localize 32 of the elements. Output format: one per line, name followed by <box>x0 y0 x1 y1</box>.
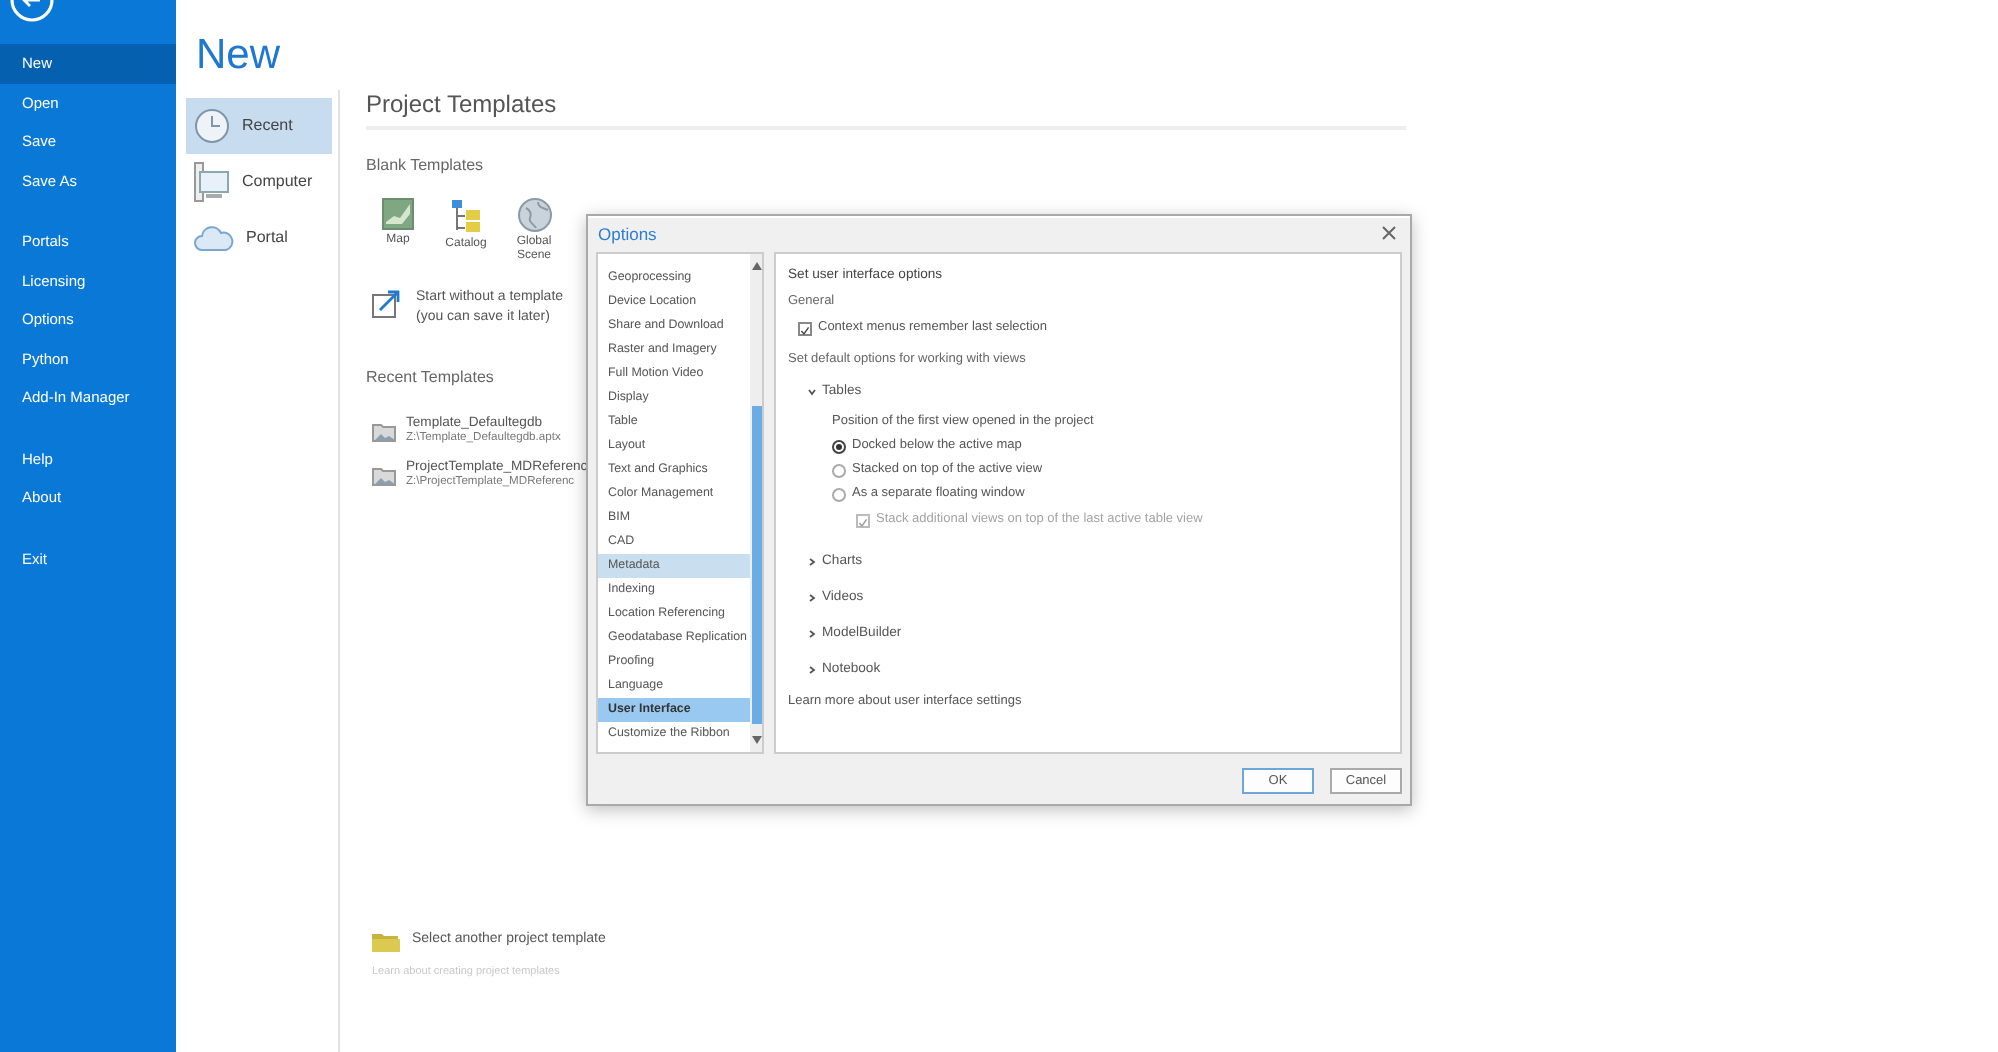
chevron-icon <box>808 630 816 638</box>
section-heading: Blank Templates <box>366 154 484 178</box>
clock-icon <box>194 108 230 144</box>
section-title: Project Templates <box>366 90 1406 130</box>
globe-icon <box>517 198 551 232</box>
template-file-icon <box>372 465 396 485</box>
map-icon <box>382 198 414 230</box>
cloud-icon <box>194 224 234 252</box>
chevron-icon <box>808 666 816 674</box>
checkbox[interactable] <box>798 321 812 335</box>
chevron-icon <box>808 388 816 396</box>
scroll-down-icon <box>751 736 761 744</box>
scroll-up-icon <box>751 262 761 270</box>
dialog-title: Options <box>598 222 657 248</box>
chevron-icon <box>808 558 816 566</box>
page-title: New <box>194 30 283 82</box>
radio-button[interactable] <box>832 487 846 501</box>
chevron-icon <box>808 594 816 602</box>
catalog-icon <box>450 198 482 234</box>
location-tab[interactable]: Portal <box>186 210 332 266</box>
back-icon[interactable] <box>10 0 54 24</box>
radio-button[interactable] <box>832 463 846 477</box>
radio-button[interactable] <box>832 439 846 453</box>
scrollbar[interactable] <box>750 254 762 752</box>
new-project-icon[interactable] <box>372 288 402 318</box>
computer-icon <box>194 162 230 202</box>
location-tab[interactable]: Computer <box>186 154 332 210</box>
scrollbar-thumb[interactable] <box>751 406 761 724</box>
section-heading: Recent Templates <box>366 366 494 390</box>
template-file-icon <box>372 421 396 441</box>
close-button[interactable] <box>1382 226 1400 244</box>
location-tab[interactable]: Recent <box>186 98 332 154</box>
